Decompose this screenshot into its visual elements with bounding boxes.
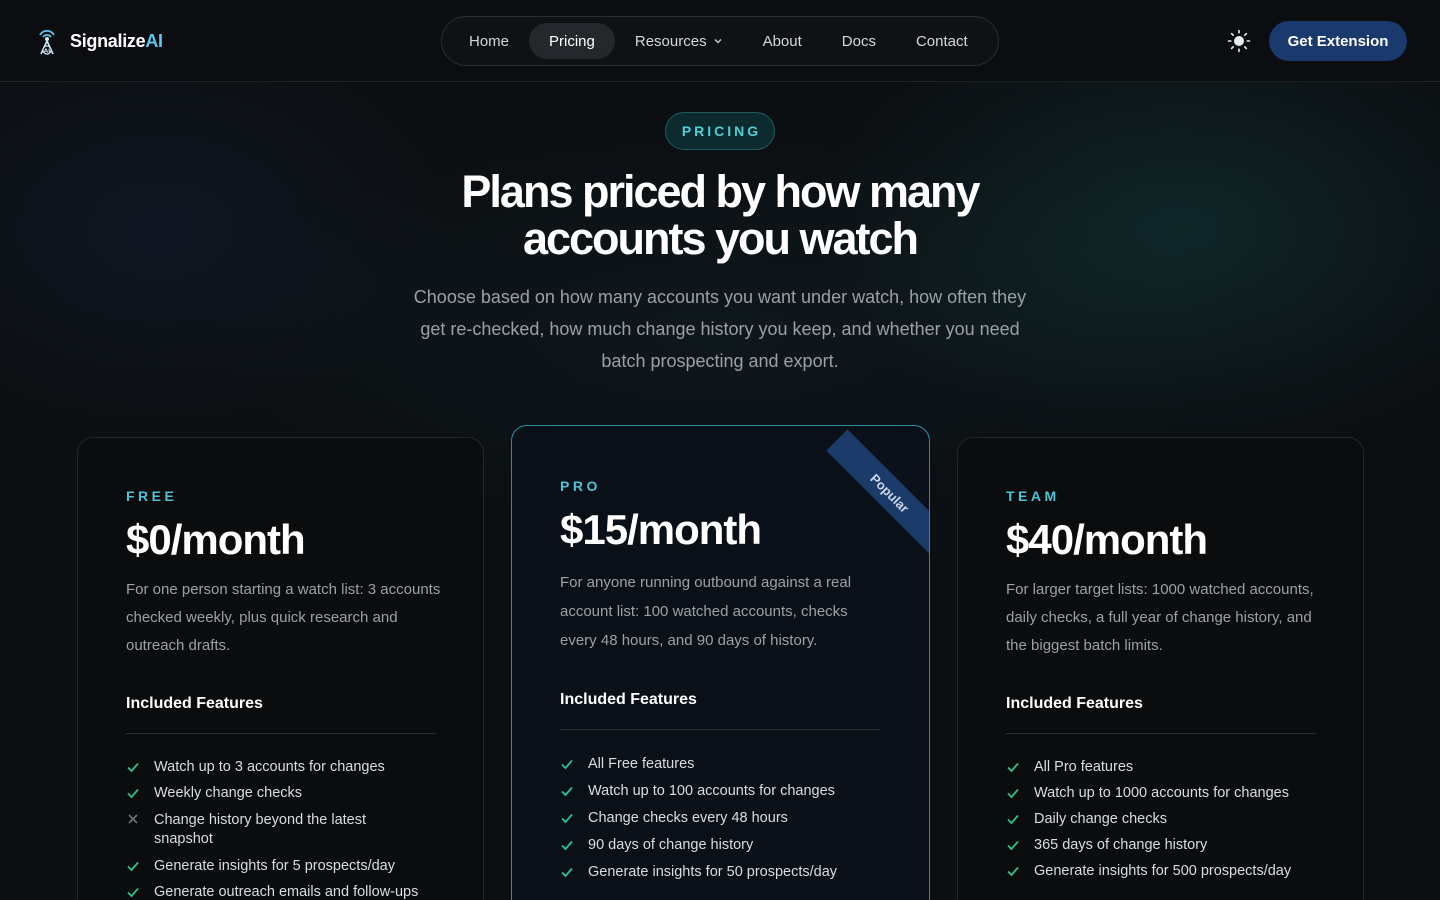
feature-item: Generate insights for 500 prospects/day — [1006, 863, 1326, 879]
page-title: Plans priced by how many accounts you wa… — [461, 166, 980, 264]
divider — [126, 733, 436, 734]
feature-list: All Pro features Watch up to 1000 accoun… — [1006, 759, 1326, 879]
brand-name: SignalizeAI — [70, 30, 163, 51]
check-icon — [561, 813, 573, 824]
nav-item-resources[interactable]: Resources — [615, 23, 743, 59]
check-icon — [561, 759, 573, 770]
feature-item: Weekly change checks — [126, 785, 426, 801]
plan-tier: FREE — [126, 488, 178, 504]
plan-card-pro: Popular PRO $15/month For anyone running… — [511, 425, 930, 900]
check-icon — [127, 762, 139, 773]
features-heading: Included Features — [560, 691, 697, 708]
page-subtitle: Choose based on how many accounts you wa… — [413, 287, 1027, 371]
nav-item-contact[interactable]: Contact — [896, 23, 988, 59]
features-heading: Included Features — [1006, 695, 1143, 712]
check-icon — [1007, 866, 1019, 877]
sun-icon — [1227, 29, 1251, 53]
plan-tier: TEAM — [1006, 488, 1060, 504]
plan-price: $40/month — [1006, 516, 1208, 563]
check-icon — [561, 867, 573, 878]
check-icon — [1007, 788, 1019, 799]
check-icon — [1007, 762, 1019, 773]
pricing-eyebrow-badge: PRICING — [665, 112, 775, 150]
feature-item: Change history beyond the latest snapsho… — [126, 811, 426, 849]
site-header: AI SignalizeAI Home Pricing Resources Ab… — [0, 0, 1440, 82]
check-icon — [127, 861, 139, 872]
nav-item-pricing[interactable]: Pricing — [529, 23, 615, 59]
feature-item: All Pro features — [1006, 759, 1326, 775]
features-heading: Included Features — [126, 695, 263, 712]
feature-list: Watch up to 3 accounts for changes Weekl… — [126, 759, 426, 900]
feature-item: 365 days of change history — [1006, 837, 1326, 853]
nav-item-about[interactable]: About — [743, 23, 822, 59]
feature-item: Generate outreach emails and follow-ups — [126, 884, 426, 900]
divider — [1006, 733, 1316, 734]
nav-item-docs[interactable]: Docs — [822, 23, 896, 59]
feature-item: Watch up to 1000 accounts for changes — [1006, 785, 1326, 801]
chevron-down-icon — [714, 39, 722, 44]
feature-item: Change checks every 48 hours — [560, 810, 890, 826]
plan-tier: PRO — [560, 478, 601, 494]
get-extension-button[interactable]: Get Extension — [1269, 21, 1407, 61]
main-nav: Home Pricing Resources About Docs Contac… — [441, 16, 999, 66]
svg-text:AI: AI — [44, 48, 50, 54]
nav-item-home[interactable]: Home — [449, 23, 529, 59]
plan-card-team: TEAM $40/month For larger target lists: … — [957, 437, 1364, 900]
feature-item: Watch up to 100 accounts for changes — [560, 783, 890, 799]
check-icon — [561, 840, 573, 851]
theme-toggle-button[interactable] — [1224, 26, 1254, 56]
check-icon — [1007, 840, 1019, 851]
feature-item: 90 days of change history — [560, 837, 890, 853]
check-icon — [1007, 814, 1019, 825]
feature-item: Generate insights for 5 prospects/day — [126, 858, 426, 874]
plan-price: $15/month — [560, 506, 762, 553]
divider — [560, 729, 880, 730]
check-icon — [127, 788, 139, 799]
plan-description: For anyone running outbound against a re… — [560, 574, 852, 649]
check-icon — [127, 887, 139, 898]
feature-item: Daily change checks — [1006, 811, 1326, 827]
feature-item: Generate insights for 50 prospects/day — [560, 864, 890, 880]
feature-item: Watch up to 3 accounts for changes — [126, 759, 426, 775]
popular-ribbon: Popular — [826, 429, 929, 557]
feature-item: All Free features — [560, 756, 890, 772]
signal-tower-icon: AI — [39, 29, 55, 55]
cross-icon — [128, 814, 138, 824]
plan-card-free: FREE $0/month For one person starting a … — [77, 437, 484, 900]
plan-description: For one person starting a watch list: 3 … — [126, 581, 441, 654]
plan-price: $0/month — [126, 516, 306, 563]
feature-list: All Free features Watch up to 100 accoun… — [560, 756, 890, 880]
plan-description: For larger target lists: 1000 watched ac… — [1006, 581, 1314, 654]
check-icon — [561, 786, 573, 797]
brand-logo[interactable]: AI SignalizeAI — [34, 26, 163, 56]
